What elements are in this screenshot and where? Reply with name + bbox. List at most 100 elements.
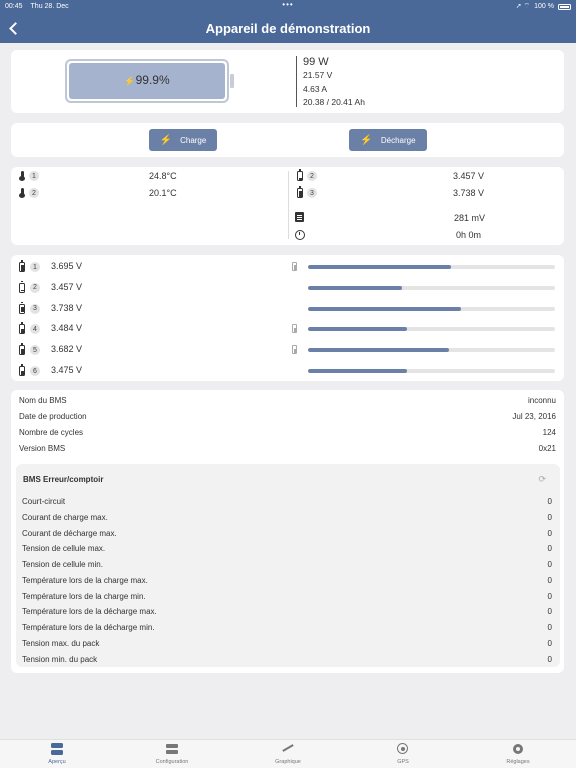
settings-gear-icon bbox=[511, 742, 525, 756]
temp-sensor-1: 1 bbox=[19, 171, 39, 181]
thermometer-icon bbox=[19, 171, 25, 181]
cell-battery-icon bbox=[19, 364, 25, 376]
gps-icon bbox=[396, 742, 410, 756]
error-label: Température lors de la charge min. bbox=[22, 591, 146, 601]
page-title: Appareil de démonstration bbox=[205, 20, 371, 36]
error-count: 0 bbox=[547, 591, 552, 601]
cell-row: 2 3.457 V bbox=[11, 278, 564, 298]
tab-label: Graphique bbox=[275, 759, 301, 765]
error-counter-row: Température lors de la charge max. 0 bbox=[22, 576, 552, 585]
cell-row: 4 3.484 V bbox=[11, 319, 564, 339]
battery-capacity: 20.38 / 20.41 Ah bbox=[303, 97, 365, 108]
info-row-date: Date de production Jul 23, 2016 bbox=[19, 412, 556, 421]
error-counter-row: Courant de décharge max. 0 bbox=[22, 529, 552, 538]
cell-row: 5 3.682 V bbox=[11, 340, 564, 360]
tab-configuration[interactable]: Configuration bbox=[115, 742, 229, 765]
charge-button[interactable]: ⚡ Charge bbox=[149, 129, 217, 151]
temp-value-2: 20.1°C bbox=[149, 188, 177, 198]
nav-bar: Appareil de démonstration bbox=[0, 13, 576, 43]
cell-row: 6 3.475 V bbox=[11, 361, 564, 381]
cell-index: 4 bbox=[30, 324, 40, 335]
balancing-battery-icon bbox=[292, 345, 297, 355]
error-counter-row: Tension min. du pack 0 bbox=[22, 655, 552, 664]
status-date: Thu 28. Dec bbox=[30, 3, 69, 10]
error-counter-row: Tension max. du pack 0 bbox=[22, 639, 552, 648]
discharge-button[interactable]: ⚡ Décharge bbox=[349, 129, 427, 151]
error-label: Tension max. du pack bbox=[22, 638, 100, 648]
cell-level-track bbox=[308, 285, 555, 290]
tab-overview[interactable]: Aperçu bbox=[0, 742, 114, 765]
info-label: Date de production bbox=[19, 412, 87, 421]
min-cell-voltage: 3.457 V bbox=[453, 171, 485, 181]
error-count: 0 bbox=[547, 512, 552, 522]
timer-icon bbox=[295, 230, 305, 240]
error-label: Court-circuit bbox=[22, 497, 66, 506]
cell-battery-icon bbox=[19, 343, 25, 356]
battery-gauge: ⚡99.9% bbox=[65, 59, 234, 103]
error-label: Température lors de la charge max. bbox=[22, 575, 148, 585]
cell-level-bar bbox=[308, 348, 449, 353]
min-cell-indicator: 2 bbox=[297, 169, 317, 181]
error-count: 0 bbox=[547, 560, 552, 569]
error-count: 0 bbox=[547, 638, 552, 648]
cell-level-track bbox=[308, 369, 555, 373]
multitask-dots[interactable]: ••• bbox=[282, 0, 293, 9]
error-label: Tension min. du pack bbox=[22, 654, 98, 664]
info-label: Nombre de cycles bbox=[19, 428, 84, 437]
error-counter-row: Court-circuit 0 bbox=[22, 497, 552, 506]
temp-value-1: 24.8°C bbox=[149, 171, 177, 181]
cell-battery-icon bbox=[19, 280, 25, 293]
refresh-icon[interactable]: ⟳ bbox=[538, 474, 546, 485]
discharge-button-label: Décharge bbox=[380, 135, 416, 145]
info-label: Nom du BMS bbox=[19, 396, 67, 405]
tab-settings[interactable]: Réglages bbox=[461, 742, 575, 765]
battery-voltage: 21.57 V bbox=[303, 70, 333, 81]
cell-battery-icon bbox=[297, 169, 303, 181]
cell-row: 3 3.738 V bbox=[11, 299, 564, 319]
error-label: Température lors de la décharge max. bbox=[22, 607, 157, 617]
info-value: 0x21 bbox=[538, 444, 556, 453]
sensor-index: 2 bbox=[29, 188, 39, 198]
cell-battery-icon bbox=[19, 301, 25, 314]
cell-battery-icon bbox=[297, 186, 303, 198]
info-value: 124 bbox=[542, 428, 556, 437]
cell-voltage: 3.695 V bbox=[51, 261, 83, 271]
error-label: Courant de décharge max. bbox=[22, 528, 117, 538]
cell-index: 3 bbox=[307, 188, 317, 198]
error-count: 0 bbox=[547, 497, 552, 506]
cell-level-bar bbox=[308, 265, 452, 269]
info-value: Jul 23, 2016 bbox=[512, 412, 556, 421]
info-label: Version BMS bbox=[19, 444, 66, 453]
status-battery-pct: 100 % bbox=[534, 3, 554, 10]
divider bbox=[288, 171, 289, 239]
cell-voltage: 3.682 V bbox=[51, 344, 83, 355]
cell-level-track bbox=[308, 306, 555, 311]
tab-graph[interactable]: Graphique bbox=[231, 742, 345, 765]
info-row-cycles: Nombre de cycles 124 bbox=[19, 428, 556, 437]
cell-voltage: 3.738 V bbox=[51, 302, 83, 313]
tab-bar: Aperçu Configuration Graphique GPS Régla… bbox=[0, 739, 576, 768]
tab-gps[interactable]: GPS bbox=[346, 742, 460, 765]
time-indicator bbox=[295, 230, 305, 240]
cell-index: 6 bbox=[30, 366, 40, 376]
battery-power: 99 W bbox=[303, 56, 329, 68]
back-chevron-icon[interactable] bbox=[8, 19, 22, 37]
battery-stats: 99 W 21.57 V 4.63 A 20.38 / 20.41 Ah bbox=[303, 56, 365, 110]
cell-level-track bbox=[308, 327, 555, 332]
tab-label: GPS bbox=[397, 759, 409, 765]
max-cell-indicator: 3 bbox=[297, 186, 317, 198]
battery-soc-label: 99.9% bbox=[135, 73, 170, 87]
error-count: 0 bbox=[547, 607, 552, 617]
battery-overview-card: ⚡99.9% 99 W 21.57 V 4.63 A 20.38 / 20.41… bbox=[11, 50, 564, 113]
status-time: 00:45 bbox=[5, 3, 23, 10]
error-counter-row: Température lors de la décharge max. 0 bbox=[22, 607, 552, 616]
graph-icon bbox=[281, 742, 295, 756]
error-counter-row: Tension de cellule max. 0 bbox=[22, 544, 552, 553]
cell-index: 5 bbox=[30, 345, 40, 356]
error-counter-row: Température lors de la décharge min. 0 bbox=[22, 623, 552, 632]
error-counter-row: Tension de cellule min. 0 bbox=[22, 560, 552, 569]
time-remaining-value: 0h 0m bbox=[456, 230, 482, 240]
info-value: inconnu bbox=[527, 396, 556, 405]
cell-level-track bbox=[308, 265, 555, 269]
battery-current: 4.63 A bbox=[303, 83, 328, 94]
